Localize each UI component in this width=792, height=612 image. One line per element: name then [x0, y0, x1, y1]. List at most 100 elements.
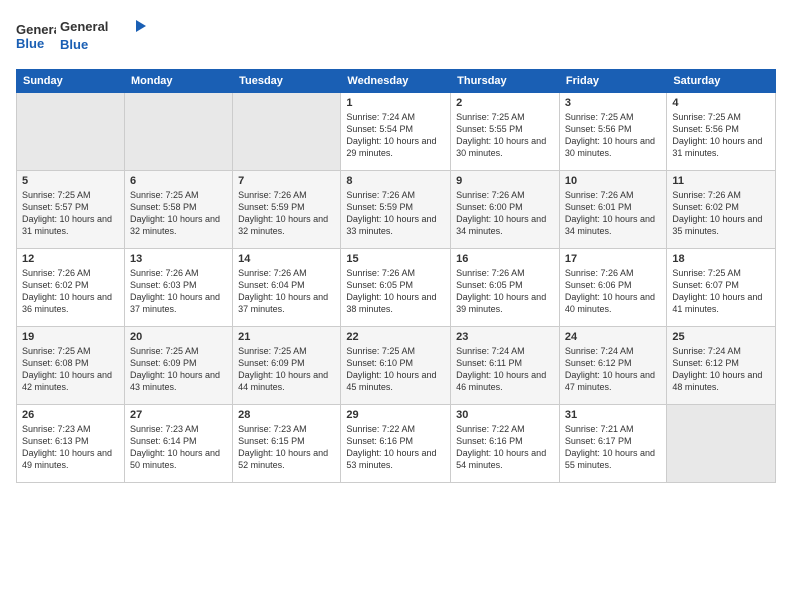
- day-cell: 15Sunrise: 7:26 AMSunset: 6:05 PMDayligh…: [341, 249, 451, 327]
- day-number: 3: [565, 97, 661, 109]
- day-number: 11: [672, 175, 770, 187]
- day-number: 8: [346, 175, 445, 187]
- logo-icon: General Blue: [16, 18, 56, 54]
- day-number: 30: [456, 409, 554, 421]
- day-info: Sunrise: 7:25 AMSunset: 6:10 PMDaylight:…: [346, 345, 445, 394]
- day-cell: 29 Sunrise: 7:22 AMSunset: 6:16 PMDayligh…: [341, 405, 451, 483]
- day-info: Sunrise: 7:26 AMSunset: 6:01 PMDaylight:…: [565, 189, 661, 238]
- day-cell: 30 Sunrise: 7:22 AMSunset: 6:16 PMDayligh…: [451, 405, 560, 483]
- svg-text:Blue: Blue: [60, 37, 88, 52]
- day-cell: 24 Sunrise: 7:24 AMSunset: 6:12 PMDayligh…: [559, 327, 666, 405]
- day-info: Sunrise: 7:25 AMSunset: 6:07 PMDaylight:…: [672, 267, 770, 316]
- day-info: Sunrise: 7:24 AMSunset: 6:11 PMDaylight:…: [456, 345, 554, 394]
- day-number: 24: [565, 331, 661, 343]
- day-cell: 18 Sunrise: 7:25 AMSunset: 6:07 PMDayligh…: [667, 249, 776, 327]
- day-number: 6: [130, 175, 227, 187]
- day-info: Sunrise: 7:26 AMSunset: 5:59 PMDaylight:…: [346, 189, 445, 238]
- day-cell: [233, 93, 341, 171]
- day-info: Sunrise: 7:24 AMSunset: 6:12 PMDaylight:…: [565, 345, 661, 394]
- day-info: Sunrise: 7:25 AMSunset: 5:56 PMDaylight:…: [565, 111, 661, 160]
- day-info: Sunrise: 7:26 AMSunset: 6:06 PMDaylight:…: [565, 267, 661, 316]
- day-cell: 6 Sunrise: 7:25 AMSunset: 5:58 PMDaylight…: [124, 171, 232, 249]
- day-number: 17: [565, 253, 661, 265]
- day-header-sunday: Sunday: [17, 70, 125, 93]
- day-info: Sunrise: 7:26 AMSunset: 6:03 PMDaylight:…: [130, 267, 227, 316]
- week-row-3: 12 Sunrise: 7:26 AMSunset: 6:02 PMDayligh…: [17, 249, 776, 327]
- day-header-wednesday: Wednesday: [341, 70, 451, 93]
- day-number: 10: [565, 175, 661, 187]
- day-cell: 8 Sunrise: 7:26 AMSunset: 5:59 PMDaylight…: [341, 171, 451, 249]
- day-number: 31: [565, 409, 661, 421]
- day-number: 7: [238, 175, 335, 187]
- day-cell: [17, 93, 125, 171]
- day-number: 26: [22, 409, 119, 421]
- day-info: Sunrise: 7:25 AMSunset: 5:55 PMDaylight:…: [456, 111, 554, 160]
- header-row: SundayMondayTuesdayWednesdayThursdayFrid…: [17, 70, 776, 93]
- day-number: 20: [130, 331, 227, 343]
- week-row-1: 1 Sunrise: 7:24 AMSunset: 5:54 PMDaylight…: [17, 93, 776, 171]
- svg-text:Blue: Blue: [16, 36, 44, 51]
- day-cell: 27Sunrise: 7:23 AMSunset: 6:14 PMDayligh…: [124, 405, 232, 483]
- day-info: Sunrise: 7:26 AMSunset: 6:00 PMDaylight:…: [456, 189, 554, 238]
- day-cell: 13 Sunrise: 7:26 AMSunset: 6:03 PMDayligh…: [124, 249, 232, 327]
- day-number: 9: [456, 175, 554, 187]
- day-info: Sunrise: 7:25 AMSunset: 5:56 PMDaylight:…: [672, 111, 770, 160]
- day-info: Sunrise: 7:22 AMSunset: 6:16 PMDaylight:…: [456, 423, 554, 472]
- day-cell: 4 Sunrise: 7:25 AMSunset: 5:56 PMDaylight…: [667, 93, 776, 171]
- day-cell: 1 Sunrise: 7:24 AMSunset: 5:54 PMDaylight…: [341, 93, 451, 171]
- day-info: Sunrise: 7:23 AMSunset: 6:15 PMDaylight:…: [238, 423, 335, 472]
- day-number: 19: [22, 331, 119, 343]
- day-info: Sunrise: 7:26 AMSunset: 6:04 PMDaylight:…: [238, 267, 335, 316]
- day-number: 18: [672, 253, 770, 265]
- day-cell: 22 Sunrise: 7:25 AMSunset: 6:10 PMDayligh…: [341, 327, 451, 405]
- day-header-tuesday: Tuesday: [233, 70, 341, 93]
- day-cell: 14 Sunrise: 7:26 AMSunset: 6:04 PMDayligh…: [233, 249, 341, 327]
- day-cell: 25Sunrise: 7:24 AMSunset: 6:12 PMDayligh…: [667, 327, 776, 405]
- calendar-table: SundayMondayTuesdayWednesdayThursdayFrid…: [16, 69, 776, 483]
- day-info: Sunrise: 7:23 AMSunset: 6:13 PMDaylight:…: [22, 423, 119, 472]
- logo: General Blue General Blue: [16, 16, 150, 59]
- day-info: Sunrise: 7:25 AMSunset: 5:57 PMDaylight:…: [22, 189, 119, 238]
- svg-text:General: General: [16, 22, 56, 37]
- day-number: 15: [346, 253, 445, 265]
- day-cell: 19 Sunrise: 7:25 AMSunset: 6:08 PMDayligh…: [17, 327, 125, 405]
- day-cell: 21 Sunrise: 7:25 AMSunset: 6:09 PMDayligh…: [233, 327, 341, 405]
- day-number: 5: [22, 175, 119, 187]
- day-header-thursday: Thursday: [451, 70, 560, 93]
- day-cell: 20Sunrise: 7:25 AMSunset: 6:09 PMDayligh…: [124, 327, 232, 405]
- day-header-friday: Friday: [559, 70, 666, 93]
- day-number: 4: [672, 97, 770, 109]
- day-info: Sunrise: 7:26 AMSunset: 5:59 PMDaylight:…: [238, 189, 335, 238]
- day-number: 13: [130, 253, 227, 265]
- day-number: 21: [238, 331, 335, 343]
- day-info: Sunrise: 7:24 AMSunset: 6:12 PMDaylight:…: [672, 345, 770, 394]
- day-cell: [124, 93, 232, 171]
- day-number: 23: [456, 331, 554, 343]
- day-cell: 23 Sunrise: 7:24 AMSunset: 6:11 PMDayligh…: [451, 327, 560, 405]
- day-number: 14: [238, 253, 335, 265]
- day-number: 12: [22, 253, 119, 265]
- day-cell: 5 Sunrise: 7:25 AMSunset: 5:57 PMDaylight…: [17, 171, 125, 249]
- day-number: 1: [346, 97, 445, 109]
- day-cell: 17 Sunrise: 7:26 AMSunset: 6:06 PMDayligh…: [559, 249, 666, 327]
- day-info: Sunrise: 7:25 AMSunset: 5:58 PMDaylight:…: [130, 189, 227, 238]
- week-row-4: 19 Sunrise: 7:25 AMSunset: 6:08 PMDayligh…: [17, 327, 776, 405]
- day-cell: 2Sunrise: 7:25 AMSunset: 5:55 PMDaylight…: [451, 93, 560, 171]
- day-cell: 16Sunrise: 7:26 AMSunset: 6:05 PMDayligh…: [451, 249, 560, 327]
- day-cell: 11Sunrise: 7:26 AMSunset: 6:02 PMDayligh…: [667, 171, 776, 249]
- day-info: Sunrise: 7:26 AMSunset: 6:02 PMDaylight:…: [22, 267, 119, 316]
- day-info: Sunrise: 7:26 AMSunset: 6:05 PMDaylight:…: [456, 267, 554, 316]
- day-number: 22: [346, 331, 445, 343]
- day-number: 27: [130, 409, 227, 421]
- day-cell: 10 Sunrise: 7:26 AMSunset: 6:01 PMDayligh…: [559, 171, 666, 249]
- day-number: 29: [346, 409, 445, 421]
- day-info: Sunrise: 7:24 AMSunset: 5:54 PMDaylight:…: [346, 111, 445, 160]
- day-info: Sunrise: 7:21 AMSunset: 6:17 PMDaylight:…: [565, 423, 661, 472]
- day-info: Sunrise: 7:25 AMSunset: 6:09 PMDaylight:…: [238, 345, 335, 394]
- day-info: Sunrise: 7:25 AMSunset: 6:08 PMDaylight:…: [22, 345, 119, 394]
- day-cell: 12 Sunrise: 7:26 AMSunset: 6:02 PMDayligh…: [17, 249, 125, 327]
- day-info: Sunrise: 7:22 AMSunset: 6:16 PMDaylight:…: [346, 423, 445, 472]
- week-row-2: 5 Sunrise: 7:25 AMSunset: 5:57 PMDaylight…: [17, 171, 776, 249]
- day-cell: 3 Sunrise: 7:25 AMSunset: 5:56 PMDaylight…: [559, 93, 666, 171]
- day-header-saturday: Saturday: [667, 70, 776, 93]
